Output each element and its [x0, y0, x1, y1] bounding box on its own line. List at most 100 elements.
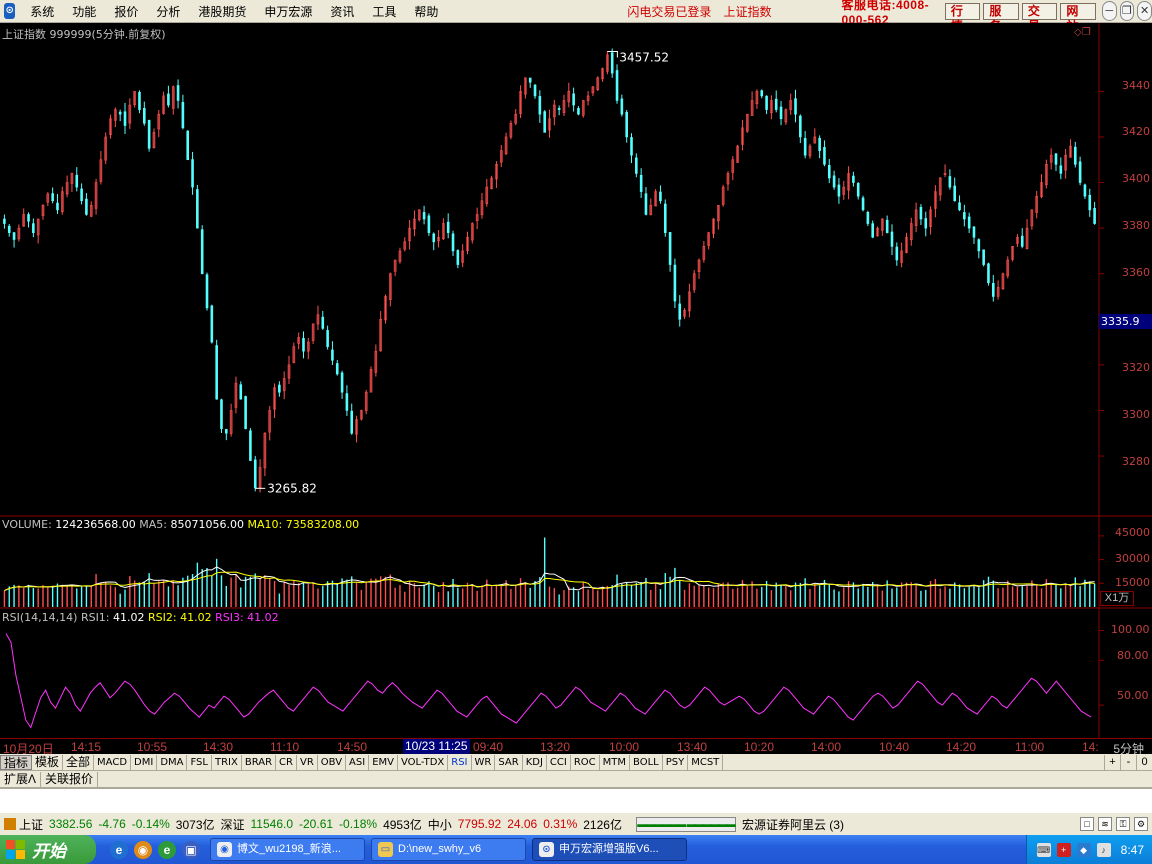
candle-body — [630, 137, 633, 156]
tab-indicator[interactable]: 指标 — [0, 754, 33, 770]
tab-mcst[interactable]: MCST — [688, 754, 724, 770]
ticker-code: 999999 — [49, 28, 92, 41]
tab-all[interactable]: 全部 — [63, 754, 95, 770]
tab-vol-tdx[interactable]: VOL-TDX — [398, 754, 449, 770]
tab-template[interactable]: 模板 — [32, 754, 64, 770]
time-label: 09:40 — [473, 740, 504, 754]
tab-trix[interactable]: TRIX — [212, 754, 242, 770]
tab-extension[interactable]: 扩展Λ — [0, 771, 42, 787]
menu-system[interactable]: 系统 — [21, 3, 63, 20]
tab-rsi[interactable]: RSI — [448, 754, 472, 770]
chrome-icon[interactable]: ◉ — [134, 840, 152, 859]
candle-body — [456, 250, 460, 265]
add-indicator-button[interactable]: + — [1104, 754, 1120, 770]
price-tick: 3440 — [1122, 79, 1150, 92]
windows-logo-icon — [6, 839, 26, 860]
tab-macd[interactable]: MACD — [94, 754, 132, 770]
trade-button[interactable]: 交 易 — [1021, 2, 1058, 33]
candle-body — [895, 246, 899, 261]
tab-emv[interactable]: EMV — [369, 754, 398, 770]
tab-boll[interactable]: BOLL — [630, 754, 663, 770]
candle-body — [422, 212, 426, 220]
remove-indicator-button[interactable]: - — [1120, 754, 1136, 770]
tab-cr[interactable]: CR — [276, 754, 297, 770]
tab-psy[interactable]: PSY — [663, 754, 689, 770]
app-logo-icon[interactable]: ⊙ — [4, 3, 16, 19]
task-swhy[interactable]: ⊙ 申万宏源增强版V6... — [532, 838, 687, 861]
tab-dma[interactable]: DMA — [157, 754, 188, 770]
lock-icon[interactable]: ⚿ — [1116, 817, 1130, 831]
menu-analysis[interactable]: 分析 — [147, 3, 189, 20]
price-tick: 3320 — [1122, 361, 1150, 374]
task-folder[interactable]: ▭ D:\new_swhy_v6 — [371, 838, 526, 861]
tab-sar[interactable]: SAR — [495, 754, 523, 770]
sme-index-name[interactable]: 中小 — [428, 816, 452, 833]
tab-vr[interactable]: VR — [297, 754, 318, 770]
service-button[interactable]: 服 务 — [983, 2, 1019, 33]
candle-body — [852, 175, 855, 183]
ticker-period: (5分钟.前复权) — [91, 28, 166, 41]
ie-icon[interactable]: e — [110, 840, 128, 859]
time-label: 14:00 — [811, 740, 842, 754]
rsi-tick: 100.00 — [1111, 623, 1150, 636]
restore-icon[interactable]: ❐ — [1119, 1, 1135, 21]
menu-function[interactable]: 功能 — [63, 3, 105, 20]
reset-indicator-button[interactable]: 0 — [1136, 754, 1152, 770]
index-link[interactable]: 上证指数 — [723, 3, 771, 20]
tab-obv[interactable]: OBV — [318, 754, 347, 770]
status-bar: 上证 3382.56 -4.76 -0.14% 3073亿 深证 11546.0… — [0, 812, 1152, 835]
tab-brar[interactable]: BRAR — [242, 754, 277, 770]
shield-icon[interactable]: ◆ — [1076, 842, 1091, 857]
volume-icon[interactable]: ♪ — [1096, 842, 1111, 857]
signal-icon[interactable]: ≋ — [1098, 817, 1112, 831]
status-tray: □ ≋ ⚿ ⚙ — [1076, 817, 1148, 831]
panel-corner-icons[interactable]: ◇❐ — [1074, 27, 1091, 38]
volume-value: 124236568.00 — [55, 518, 136, 531]
tab-dmi[interactable]: DMI — [131, 754, 158, 770]
server-name[interactable]: 宏源证券阿里云 (3) — [742, 816, 844, 833]
tab-roc[interactable]: ROC — [571, 754, 600, 770]
tab-asi[interactable]: ASI — [346, 754, 370, 770]
menu-swhy[interactable]: 申万宏源 — [255, 3, 321, 20]
message-icon[interactable]: □ — [1080, 817, 1094, 831]
tab-cci[interactable]: CCI — [547, 754, 571, 770]
sh-index-name[interactable]: 上证 — [19, 816, 43, 833]
rsi3-label: RSI3: — [215, 611, 244, 624]
browser-icon[interactable]: e — [158, 840, 176, 859]
chart-area[interactable]: 3457.52 3265.82 上证指数 999999(5分钟.前复权) ◇❐ V… — [0, 23, 1152, 738]
tab-wr[interactable]: WR — [472, 754, 496, 770]
task-blog[interactable]: ◉ 博文_wu2198_新浪... — [210, 838, 365, 861]
login-status[interactable]: 闪电交易已登录 — [627, 3, 711, 20]
website-button[interactable]: 网 站 — [1060, 2, 1096, 33]
menu-news[interactable]: 资讯 — [321, 3, 363, 20]
candle-body — [167, 93, 170, 106]
tab-kdj[interactable]: KDJ — [523, 754, 547, 770]
desktop-icon[interactable]: ▣ — [182, 840, 200, 859]
close-icon[interactable]: ✕ — [1137, 1, 1152, 21]
menu-tools[interactable]: 工具 — [363, 3, 405, 20]
menu-quote[interactable]: 报价 — [105, 3, 147, 20]
market-button[interactable]: 行 情 — [944, 2, 981, 33]
status-indicator-icon — [4, 818, 16, 830]
candle-body — [278, 384, 281, 393]
keyboard-icon[interactable]: ⌨ — [1036, 842, 1051, 857]
kline-chart[interactable]: 3457.52 3265.82 — [0, 23, 1152, 738]
menu-help[interactable]: 帮助 — [405, 3, 447, 20]
minimize-icon[interactable]: ─ — [1101, 1, 1117, 21]
tab-related-quotes[interactable]: 关联报价 — [41, 771, 99, 787]
candle-body — [1059, 165, 1063, 174]
candle-body — [451, 233, 455, 252]
settings-icon[interactable]: ⚙ — [1134, 817, 1148, 831]
candle-body — [1083, 184, 1087, 197]
start-button[interactable]: 开始 — [0, 835, 96, 864]
price-tick: 3400 — [1122, 172, 1150, 185]
sz-index-name[interactable]: 深证 — [221, 816, 245, 833]
sme-index-change: 24.06 — [507, 817, 538, 831]
menu-hk-futures[interactable]: 港股期货 — [189, 3, 255, 20]
ma10-value: 73583208.00 — [285, 518, 360, 531]
network-icon[interactable]: + — [1056, 842, 1071, 857]
tab-fsl[interactable]: FSL — [187, 754, 212, 770]
candle-body — [615, 70, 619, 101]
candle-body — [215, 345, 218, 400]
tab-mtm[interactable]: MTM — [600, 754, 631, 770]
